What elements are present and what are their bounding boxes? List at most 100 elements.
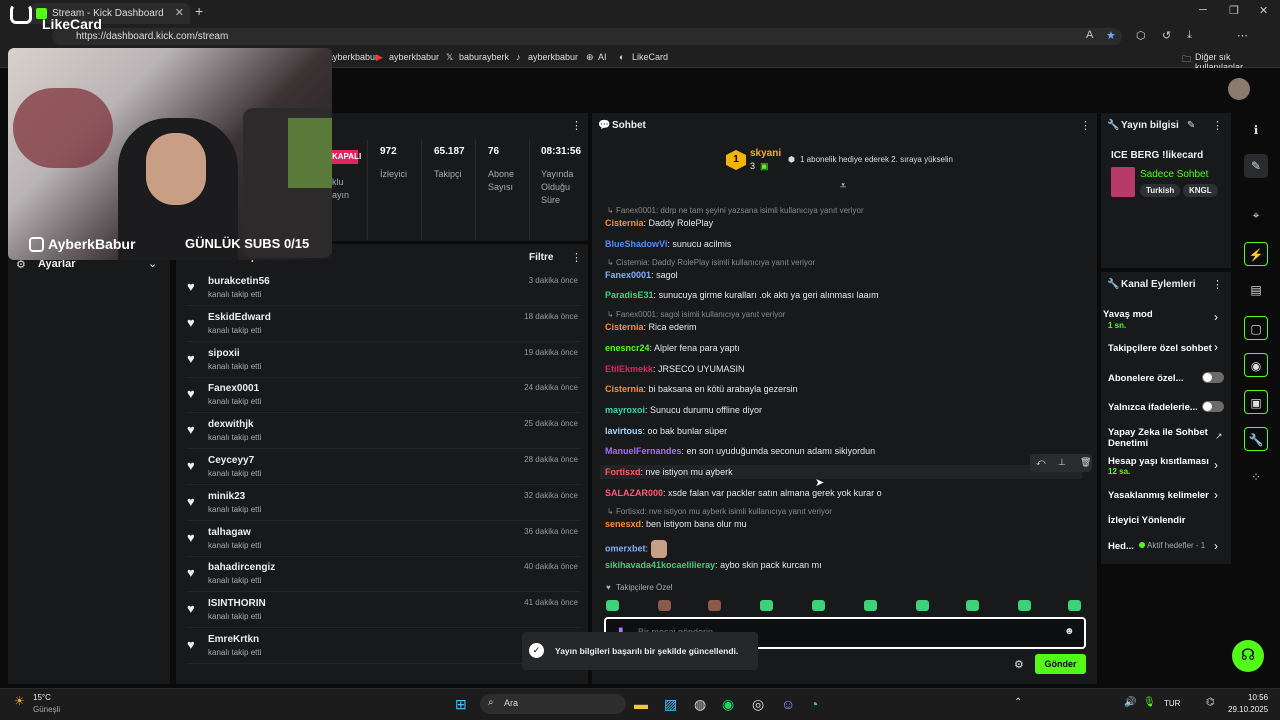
bookmark-5[interactable]: AI: [598, 52, 607, 62]
actions-more-icon[interactable]: ⋮: [1212, 278, 1223, 291]
chat-more-icon[interactable]: ⋮: [1080, 119, 1091, 132]
file-explorer-icon[interactable]: ▬: [634, 696, 648, 712]
document-icon[interactable]: ▤: [1244, 278, 1268, 302]
follower-name[interactable]: burakcetin56: [208, 276, 270, 287]
new-tab-icon[interactable]: +: [195, 3, 203, 19]
chat-username[interactable]: Cisternia: [605, 218, 644, 228]
follower-name[interactable]: sipoxii: [208, 348, 240, 359]
windows-start-icon[interactable]: ⊞: [455, 696, 467, 713]
list-item[interactable]: ♥ EskidEdward kanalı takip etti 18 dakika ö…: [186, 307, 582, 342]
follower-name[interactable]: Ceyceyy7: [208, 455, 254, 466]
chat-message[interactable]: BlueShadowVi: sunucu acilmis: [605, 239, 731, 249]
chat-username[interactable]: enesncr24: [605, 343, 650, 353]
chat-message[interactable]: Cisternia: Daddy RolePlay: [605, 218, 713, 228]
chat-message[interactable]: Fortisxd: nve istiyon mu ayberk: [600, 465, 1082, 479]
chat-username[interactable]: BlueShadowVi: [605, 239, 667, 249]
follower-name[interactable]: EskidEdward: [208, 312, 271, 323]
url-field[interactable]: https://dashboard.kick.com/stream: [52, 28, 1122, 45]
category-name[interactable]: Sadece Sohbet: [1140, 169, 1208, 180]
clock-time[interactable]: 10:56: [1248, 693, 1268, 702]
chevron-right-icon[interactable]: ›: [1214, 340, 1218, 354]
send-button[interactable]: Gönder: [1035, 654, 1086, 674]
follower-name[interactable]: minik23: [208, 491, 245, 502]
list-item[interactable]: ♥ Ceyceyy7 kanalı takip etti 28 dakika önce: [186, 450, 582, 485]
follower-name[interactable]: ISINTHORIN: [208, 598, 266, 609]
edit-icon[interactable]: ✎: [1187, 120, 1195, 131]
emoji-icon[interactable]: ☻: [1064, 626, 1075, 637]
extensions-icon[interactable]: ⬡: [1136, 29, 1146, 42]
external-link-icon[interactable]: ↗: [1215, 431, 1223, 442]
volume-icon[interactable]: 🔊: [1124, 697, 1136, 708]
weather-temp[interactable]: 15°C: [33, 693, 51, 702]
scroll-down-icon[interactable]: ⩡: [840, 180, 846, 193]
broadcast-icon[interactable]: ◉: [1244, 353, 1268, 377]
steam-icon[interactable]: ◍: [694, 696, 706, 713]
chat-message[interactable]: sikihavada41kocaelilieray: aybo skin pac…: [605, 560, 822, 570]
emotes-only-toggle[interactable]: [1202, 401, 1224, 412]
chat-username[interactable]: EtilEkmekk: [605, 364, 653, 374]
tray-chevron-icon[interactable]: ⌃: [1014, 697, 1022, 708]
chat-message[interactable]: EtilEkmekk: JRSECO UYUMASIN: [605, 364, 745, 374]
obs-icon[interactable]: ◎: [752, 696, 764, 713]
chevron-right-icon[interactable]: ›: [1214, 488, 1218, 502]
list-item[interactable]: ♥ talhagaw kanalı takip etti 36 dakika önce: [186, 522, 582, 557]
chevron-right-icon[interactable]: ›: [1214, 310, 1218, 324]
follower-name[interactable]: dexwithjk: [208, 419, 254, 430]
chat-username[interactable]: Fanex0001: [605, 270, 651, 280]
emote-icon[interactable]: [916, 600, 929, 611]
info-more-icon[interactable]: ⋮: [1212, 119, 1223, 132]
list-item[interactable]: ♥ Fanex0001 kanalı takip etti 24 dakika önc…: [186, 378, 582, 414]
chat-username[interactable]: sikihavada41kocaelilieray: [605, 560, 715, 570]
apps-icon[interactable]: ⁘: [1244, 465, 1268, 489]
follower-name[interactable]: Fanex0001: [208, 383, 259, 394]
reply-icon[interactable]: ⤺: [1036, 457, 1046, 468]
chat-message[interactable]: Cisternia: bi baksana en kötü arabayla g…: [605, 384, 798, 394]
window-close-icon[interactable]: ✕: [1259, 4, 1268, 17]
goals-label[interactable]: Hed...: [1108, 541, 1134, 552]
emote-icon[interactable]: [658, 600, 671, 611]
chat-message[interactable]: ManuelFernandes: en son uyuduğumda secon…: [605, 446, 875, 456]
list-item[interactable]: ♥ minik23 kanalı takip etti 32 dakika önce: [186, 486, 582, 521]
user-avatar[interactable]: [1228, 78, 1250, 100]
favorite-star-icon[interactable]: ★: [1106, 29, 1116, 42]
emote-icon[interactable]: [966, 600, 979, 611]
list-item[interactable]: ♥ bahadircengiz kanalı takip etti 40 dakika…: [186, 557, 582, 593]
chat-icon[interactable]: ▢: [1244, 316, 1268, 340]
banned-words[interactable]: Yasaklanmış kelimeler: [1108, 490, 1209, 501]
chat-username[interactable]: ParadisE31: [605, 290, 654, 300]
viewer-redirect[interactable]: İzleyici Yönlendir: [1108, 515, 1185, 526]
bookmark-6[interactable]: LikeCard: [632, 52, 668, 62]
network-icon[interactable]: ⌬: [1206, 697, 1215, 708]
chat-username[interactable]: Cisternia: [605, 384, 644, 394]
emote-icon[interactable]: [760, 600, 773, 611]
focus-icon[interactable]: ⌖: [1244, 203, 1268, 227]
list-item[interactable]: ♥ ISINTHORIN kanalı takip etti 41 dakika ön…: [186, 593, 582, 629]
minimize-icon[interactable]: ─: [1199, 4, 1207, 16]
downloads-icon[interactable]: ⤓: [1187, 29, 1192, 42]
chat-settings-icon[interactable]: ⚙: [1014, 658, 1024, 671]
bookmark-3[interactable]: baburayberk: [459, 52, 509, 62]
emote-icon[interactable]: [864, 600, 877, 611]
language-indicator[interactable]: TUR: [1164, 699, 1180, 708]
chat-message[interactable]: lavirtous: oo bak bunlar süper: [605, 426, 727, 436]
chevron-right-icon[interactable]: ›: [1214, 458, 1218, 472]
maximize-icon[interactable]: ❐: [1229, 4, 1239, 17]
pinned-username[interactable]: skyani: [750, 148, 781, 159]
info-icon[interactable]: ℹ: [1244, 118, 1268, 142]
emote-icon[interactable]: [606, 600, 619, 611]
chat-message[interactable]: enesncr24: Alpler fena para yaptı: [605, 343, 740, 353]
edge-icon[interactable]: ◔: [810, 696, 818, 712]
chat-username[interactable]: SALAZAR000: [605, 488, 663, 498]
mic-icon[interactable]: 🎙: [1143, 697, 1156, 708]
more-menu-icon[interactable]: ⋯: [1237, 29, 1248, 42]
support-icon[interactable]: ☊: [1232, 640, 1264, 672]
emote-icon[interactable]: [1018, 600, 1031, 611]
followers-only-chat[interactable]: Takipçilere özel sohbet: [1108, 343, 1212, 354]
feed-more-icon[interactable]: ⋮: [571, 251, 582, 264]
discord-icon[interactable]: ☺: [781, 696, 795, 712]
follower-name[interactable]: talhagaw: [208, 527, 251, 538]
emote-icon[interactable]: [812, 600, 825, 611]
chat-username[interactable]: senesxd: [605, 519, 641, 529]
chat-message[interactable]: omerxbet:: [605, 540, 667, 558]
chevron-right-icon[interactable]: ›: [1214, 539, 1218, 553]
